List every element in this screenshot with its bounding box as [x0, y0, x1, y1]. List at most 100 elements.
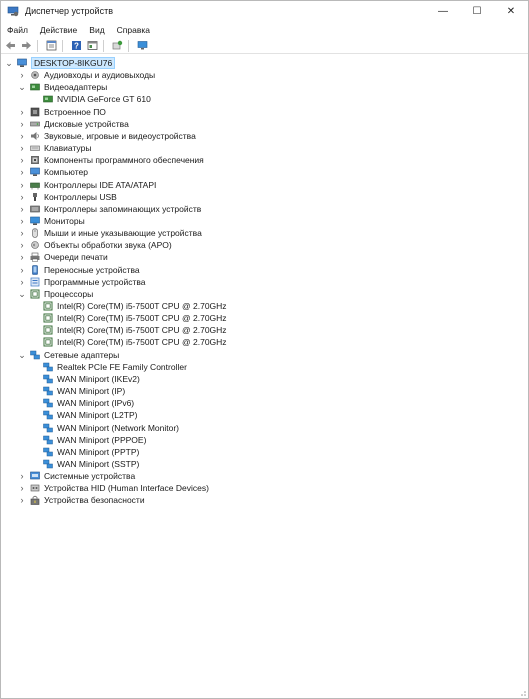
tree-category[interactable]: › Контроллеры USB [18, 191, 117, 203]
chevron-right-icon[interactable]: › [18, 69, 26, 81]
mouse-icon [30, 228, 40, 238]
tree-node-label: WAN Miniport (Network Monitor) [57, 422, 180, 433]
tree-node-label: Мыши и иные указывающие устройства [44, 228, 202, 239]
tree-category[interactable]: › Программные устройства [18, 276, 146, 288]
chevron-right-icon[interactable]: › [18, 276, 26, 288]
tree-category[interactable]: ⌄ Сетевые адаптеры [18, 349, 119, 361]
tree-category[interactable]: › Переносные устройства [18, 264, 140, 276]
tree-node-label: WAN Miniport (IKEv2) [57, 373, 140, 384]
chevron-right-icon[interactable]: › [18, 264, 26, 276]
tree-device[interactable]: WAN Miniport (L2TP) [31, 409, 137, 421]
chevron-right-icon[interactable]: › [18, 494, 26, 506]
tree-category[interactable]: › Клавиатуры [18, 142, 92, 154]
tree-category[interactable]: › Компоненты программного обеспечения [18, 154, 204, 166]
tree-node-label: WAN Miniport (SSTP) [57, 458, 140, 469]
view-icon[interactable] [85, 39, 99, 53]
tree-device[interactable]: Intel(R) Core(TM) i5-7500T CPU @ 2.70GHz [31, 324, 227, 336]
tree-node-label: Intel(R) Core(TM) i5-7500T CPU @ 2.70GHz [57, 325, 227, 336]
close-button[interactable]: ✕ [494, 1, 528, 21]
chevron-right-icon[interactable]: › [18, 227, 26, 239]
chevron-right-icon[interactable]: › [18, 215, 26, 227]
properties-icon[interactable] [44, 39, 58, 53]
tree-device[interactable]: WAN Miniport (IP) [31, 385, 125, 397]
computer-root-icon [17, 58, 27, 68]
tree-node-label: Звуковые, игровые и видеоустройства [44, 130, 196, 141]
chevron-right-icon[interactable]: › [18, 166, 26, 178]
scan-icon[interactable] [110, 39, 124, 53]
tree-node-label: Intel(R) Core(TM) i5-7500T CPU @ 2.70GHz [57, 313, 227, 324]
tree-category[interactable]: › Контроллеры запоминающих устройств [18, 203, 202, 215]
tree-node-label: Сетевые адаптеры [44, 349, 120, 360]
tree-device[interactable]: Intel(R) Core(TM) i5-7500T CPU @ 2.70GHz [31, 336, 227, 348]
tree-category[interactable]: ⌄ Видеоадаптеры [18, 81, 107, 93]
tree-category[interactable]: › Объекты обработки звука (APO) [18, 239, 172, 251]
chevron-right-icon[interactable]: › [18, 251, 26, 263]
device-manager-window: Диспетчер устройств — ☐ ✕ Файл Действие … [0, 0, 529, 699]
tree-device[interactable]: WAN Miniport (PPTP) [31, 446, 139, 458]
maximize-button[interactable]: ☐ [460, 1, 494, 21]
chevron-down-icon[interactable]: ⌄ [18, 349, 26, 361]
tree-device[interactable]: Realtek PCIe FE Family Controller [31, 361, 187, 373]
chevron-down-icon[interactable]: ⌄ [18, 81, 26, 93]
chevron-right-icon[interactable]: › [18, 130, 26, 142]
menu-file[interactable]: Файл [1, 25, 34, 35]
tree-device[interactable]: WAN Miniport (PPPOE) [31, 434, 146, 446]
tree-category[interactable]: › Мыши и иные указывающие устройства [18, 227, 202, 239]
chevron-down-icon[interactable]: ⌄ [5, 57, 13, 69]
back-icon[interactable] [3, 39, 17, 53]
tree-device[interactable]: WAN Miniport (IKEv2) [31, 373, 140, 385]
tree-category[interactable]: ⌄ Процессоры [18, 288, 93, 300]
chevron-right-icon[interactable]: › [18, 482, 26, 494]
help-icon[interactable]: ? [69, 39, 83, 53]
network-adapter-icon [43, 410, 53, 420]
tree-category[interactable]: › Системные устройства [18, 470, 136, 482]
tree-node-label: Видеоадаптеры [44, 82, 108, 93]
tree-category[interactable]: › Устройства HID (Human Interface Devices… [18, 482, 209, 494]
monitor-icon[interactable] [135, 39, 149, 53]
chevron-right-icon[interactable]: › [18, 191, 26, 203]
forward-icon[interactable] [19, 39, 33, 53]
chevron-right-icon[interactable]: › [18, 239, 26, 251]
tree-category[interactable]: › Дисковые устройства [18, 118, 129, 130]
tree-device[interactable]: Intel(R) Core(TM) i5-7500T CPU @ 2.70GHz [31, 300, 227, 312]
tree-node-label: Программные устройства [44, 276, 146, 287]
menu-action[interactable]: Действие [34, 25, 83, 35]
chevron-down-icon[interactable]: ⌄ [18, 288, 26, 300]
resize-grip-icon[interactable] [518, 688, 526, 696]
tree-device[interactable]: WAN Miniport (Network Monitor) [31, 422, 179, 434]
tree-device[interactable]: WAN Miniport (SSTP) [31, 458, 139, 470]
tree-category[interactable]: › Устройства безопасности [18, 494, 145, 506]
tree-category[interactable]: › Контроллеры IDE ATA/ATAPI [18, 179, 157, 191]
cpu-icon [43, 313, 53, 323]
tree-category[interactable]: › Аудиовходы и аудиовыходы [18, 69, 156, 81]
chevron-right-icon[interactable]: › [18, 154, 26, 166]
tree-category[interactable]: › Звуковые, игровые и видеоустройства [18, 130, 196, 142]
chevron-right-icon[interactable]: › [18, 470, 26, 482]
tree-device[interactable]: WAN Miniport (IPv6) [31, 397, 134, 409]
network-adapter-icon [43, 447, 53, 457]
chevron-right-icon[interactable]: › [18, 106, 26, 118]
tree-root[interactable]: ⌄ DESKTOP-8IKGU76 [5, 57, 116, 69]
tree-category[interactable]: › Компьютер [18, 166, 89, 178]
tree-device[interactable]: Intel(R) Core(TM) i5-7500T CPU @ 2.70GHz [31, 312, 227, 324]
apo-icon [30, 240, 40, 250]
menu-view[interactable]: Вид [83, 25, 110, 35]
minimize-button[interactable]: — [426, 1, 460, 21]
menu-help[interactable]: Справка [111, 25, 156, 35]
title-bar: Диспетчер устройств — ☐ ✕ [1, 1, 528, 21]
tree-device[interactable]: NVIDIA GeForce GT 610 [31, 93, 151, 105]
chevron-right-icon[interactable]: › [18, 203, 26, 215]
tree-category[interactable]: › Мониторы [18, 215, 85, 227]
chevron-right-icon[interactable]: › [18, 118, 26, 130]
tree-category[interactable]: › Встроенное ПО [18, 106, 106, 118]
chevron-right-icon[interactable]: › [18, 142, 26, 154]
tree-category[interactable]: › Очереди печати [18, 251, 108, 263]
window-title: Диспетчер устройств [25, 6, 113, 16]
display-adapter-icon [43, 94, 53, 104]
chevron-right-icon[interactable]: › [18, 179, 26, 191]
